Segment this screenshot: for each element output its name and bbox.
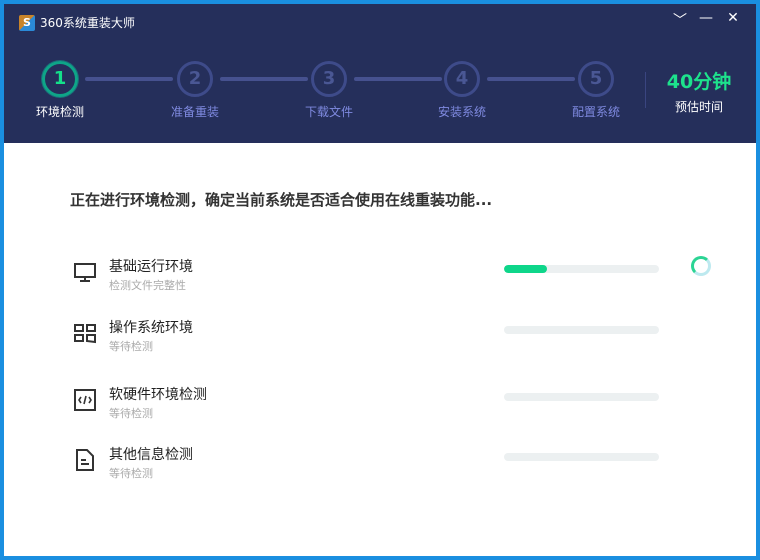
check-item: 操作系统环境 等待检测 (70, 317, 730, 357)
document-icon (76, 449, 94, 471)
step-1-label: 环境检测 (35, 105, 84, 119)
check-item: 基础运行环境 检测文件完整性 (70, 256, 730, 296)
monitor-icon (74, 263, 96, 282)
code-icon (74, 389, 96, 411)
check-status: 检测文件完整性 (109, 279, 186, 292)
window: S 360系统重装大师 ﹀ — ✕ 1 2 3 4 5 环境检测 准备重装 下载… (4, 4, 756, 556)
check-item: 其他信息检测 等待检测 (70, 444, 730, 484)
check-status: 等待检测 (109, 467, 153, 480)
step-connector (220, 77, 308, 81)
step-3-circle: 3 (311, 61, 347, 97)
app-logo-icon: S (19, 15, 35, 31)
step-5-label: 配置系统 (571, 105, 620, 119)
minimize-button[interactable]: — (696, 10, 716, 26)
loading-spinner-icon (691, 256, 711, 276)
step-2-circle: 2 (177, 61, 213, 97)
check-name: 软硬件环境检测 (109, 387, 207, 403)
check-status: 等待检测 (109, 340, 153, 353)
check-name: 操作系统环境 (109, 320, 193, 336)
estimate-label: 预估时间 (674, 100, 723, 114)
check-name: 基础运行环境 (109, 259, 193, 275)
app-title: 360系统重装大师 (40, 16, 135, 30)
step-1-circle: 1 (42, 61, 78, 97)
progress-bar (504, 326, 659, 334)
step-3-label: 下载文件 (304, 105, 353, 119)
progress-bar (504, 265, 659, 273)
dropdown-button[interactable]: ﹀ (670, 10, 690, 30)
estimate-value: 40分钟 (666, 71, 732, 93)
step-4-label: 安装系统 (437, 105, 486, 119)
progress-bar (504, 453, 659, 461)
check-name: 其他信息检测 (109, 447, 193, 463)
check-item: 软硬件环境检测 等待检测 (70, 384, 730, 424)
status-heading: 正在进行环境检测，确定当前系统是否适合使用在线重装功能... (70, 191, 493, 209)
step-5-circle: 5 (578, 61, 614, 97)
step-connector (354, 77, 442, 81)
close-button[interactable]: ✕ (723, 10, 743, 26)
header: S 360系统重装大师 ﹀ — ✕ 1 2 3 4 5 环境检测 准备重装 下载… (4, 4, 756, 143)
windows-icon (74, 324, 96, 344)
step-4-circle: 4 (444, 61, 480, 97)
progress-bar (504, 393, 659, 401)
step-connector (85, 77, 173, 81)
divider (645, 72, 646, 108)
check-status: 等待检测 (109, 407, 153, 420)
step-connector (487, 77, 575, 81)
step-2-label: 准备重装 (170, 105, 219, 119)
progress-fill (504, 265, 548, 273)
